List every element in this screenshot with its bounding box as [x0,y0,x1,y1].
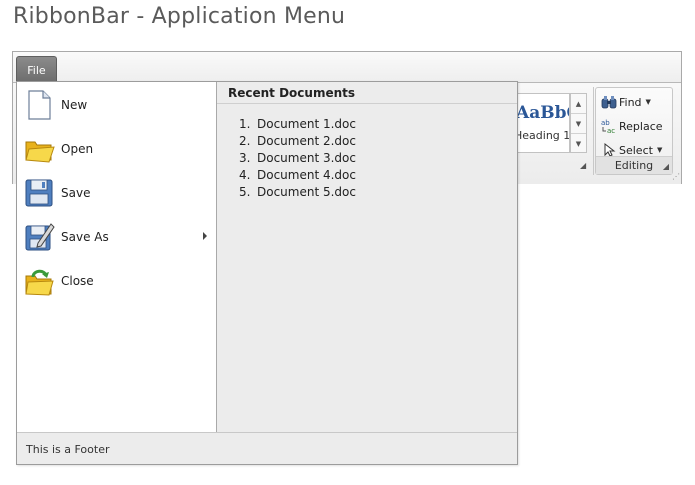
replace-label: Replace [619,119,663,133]
recent-document-item[interactable]: 1. Document 1.doc [239,116,356,133]
ribbon-tab-strip: File [13,52,681,83]
recent-document-number: 2. [239,134,251,148]
menu-item-save-label: Save [61,186,91,200]
application-menu-footer: This is a Footer [17,432,517,464]
file-tab[interactable]: File [16,56,57,83]
recent-document-number: 5. [239,185,251,199]
recent-documents-panel: Recent Documents 1. Document 1.doc 2. Docu… [217,82,517,432]
menu-item-new-label: New [61,98,88,112]
editing-group-label: Editing [596,156,672,174]
find-dropdown-icon: ▼ [645,98,651,106]
menu-item-open[interactable]: Open [19,128,215,170]
replace-icon: ab ac [601,118,617,135]
find-button[interactable]: Find ▼ [601,92,651,112]
close-folder-icon [23,265,55,297]
select-label: Select [619,143,653,157]
menu-item-close[interactable]: Close [19,260,215,302]
menu-item-new[interactable]: New [19,84,215,126]
resize-grip-icon[interactable]: ⋰ [670,172,680,182]
gallery-more-icon[interactable]: ▼ [571,134,586,154]
recent-document-number: 1. [239,117,251,131]
menu-item-save-as-label: Save As [61,230,109,244]
style-gallery[interactable]: AaBbCc Heading 1 [518,93,570,153]
recent-document-item[interactable]: 4. Document 4.doc [239,167,356,184]
recent-document-name: Document 2.doc [257,134,356,148]
save-disk-icon [23,177,55,209]
binoculars-icon [601,94,617,110]
recent-document-name: Document 5.doc [257,185,356,199]
replace-button[interactable]: ab ac Replace [601,116,663,136]
styles-launcher-icon[interactable]: ◢ [580,161,590,171]
application-menu: New Open Save Save As Close Recent Docum… [16,81,518,465]
style-sample-text: AaBbCc [518,103,569,123]
recent-document-number: 3. [239,151,251,165]
menu-item-close-label: Close [61,274,94,288]
open-folder-icon [23,133,55,165]
gallery-scroll-up-icon[interactable]: ▲ [571,94,586,114]
recent-document-name: Document 3.doc [257,151,356,165]
recent-document-name: Document 1.doc [257,117,356,131]
recent-document-name: Document 4.doc [257,168,356,182]
page-title: RibbonBar - Application Menu [13,4,346,29]
recent-document-item[interactable]: 3. Document 3.doc [239,150,356,167]
menu-item-open-label: Open [61,142,94,156]
recent-document-number: 4. [239,168,251,182]
submenu-arrow-icon [203,232,207,240]
editing-group: Find ▼ ab ac Replace Select ▼ Editing ◢ [595,87,673,175]
style-name-label: Heading 1 [518,129,570,142]
editing-launcher-icon[interactable]: ◢ [663,162,669,171]
recent-document-item[interactable]: 2. Document 2.doc [239,133,356,150]
svg-text:ac: ac [607,127,615,134]
gallery-scroll-buttons: ▲ ▼ ▼ [570,93,587,153]
application-menu-items: New Open Save Save As Close [17,82,217,432]
save-as-icon [23,221,55,253]
menu-item-save[interactable]: Save [19,172,215,214]
styles-group: AaBbCc Heading 1 ▲ ▼ ▼ ◢ [518,87,594,175]
recent-documents-list: 1. Document 1.doc 2. Document 2.doc 3. Docu… [239,116,356,201]
gallery-scroll-down-icon[interactable]: ▼ [571,114,586,134]
recent-document-item[interactable]: 5. Document 5.doc [239,184,356,201]
find-label: Find [619,95,642,109]
select-dropdown-icon: ▼ [656,146,663,154]
svg-text:ab: ab [601,119,610,127]
recent-documents-header: Recent Documents [217,82,517,104]
menu-item-save-as[interactable]: Save As [19,216,215,258]
new-document-icon [23,89,55,121]
